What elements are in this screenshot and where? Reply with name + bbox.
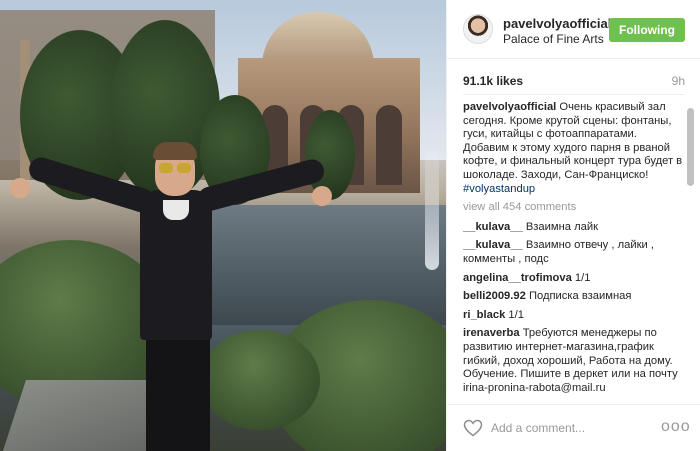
comments-list: pavelvolyaofficial Очень красивый зал се… [463,101,685,401]
heart-icon[interactable] [463,419,483,437]
comment-item: angelina__trofimova 1/1 [463,272,685,286]
post-sidebar: pavelvolyaofficial Palace of Fine Arts F… [446,0,700,451]
comment-username[interactable]: __kulava__ [463,239,523,251]
post-photo[interactable] [0,0,446,451]
comment-item: belli2009.92 Подписка взаимная [463,290,685,304]
likes-count[interactable]: 91.1k likes [463,74,523,88]
more-options-icon[interactable]: ooo [661,417,690,439]
post-location[interactable]: Palace of Fine Arts [503,32,604,46]
person [0,0,446,451]
right-arm [194,156,327,214]
divider [463,94,685,95]
scroll-thumb[interactable] [687,108,694,186]
caption-username[interactable]: pavelvolyaofficial [463,101,556,113]
add-comment-input[interactable] [491,417,651,439]
comment-item: ri_black 1/1 [463,309,685,323]
post-header: pavelvolyaofficial Palace of Fine Arts F… [447,0,700,59]
comments-scrollbar[interactable] [686,104,695,394]
left-hand [10,178,30,198]
comment-username[interactable]: ri_black [463,309,505,321]
likes-row: 91.1k likes 9h [463,74,685,88]
comment-footer: ooo [447,404,700,451]
comment-text: 1/1 [508,308,524,321]
hair [153,142,197,160]
comment-username[interactable]: belli2009.92 [463,290,526,302]
view-all-comments-link[interactable]: view all 454 comments [463,201,685,215]
legs [146,335,210,451]
following-button[interactable]: Following [609,18,685,42]
comment-username[interactable]: angelina__trofimova [463,272,572,284]
comment-text: Подписка взаимная [528,290,632,303]
comment-item: __kulava__ Взаимна лайк [463,221,685,235]
comment-item: irenaverba Требуются менеджеры по развит… [463,327,685,395]
hashtag-link[interactable]: #volyastandup [463,183,535,195]
post-username[interactable]: pavelvolyaofficial [503,16,611,31]
left-arm [26,154,158,216]
shirt [163,200,189,220]
comment-text: 1/1 [574,271,591,284]
post-time[interactable]: 9h [672,74,685,88]
sunglasses [159,163,191,173]
caption: pavelvolyaofficial Очень красивый зал се… [463,101,685,196]
right-hand [312,186,332,206]
comment-item: __kulava__ Взаимно отвечу , лайки , комм… [463,239,685,266]
comment-username[interactable]: irenaverba [463,327,520,339]
comment-text: Взаимна лайк [525,220,598,233]
comment-username[interactable]: __kulava__ [463,221,523,233]
avatar[interactable] [463,14,493,44]
